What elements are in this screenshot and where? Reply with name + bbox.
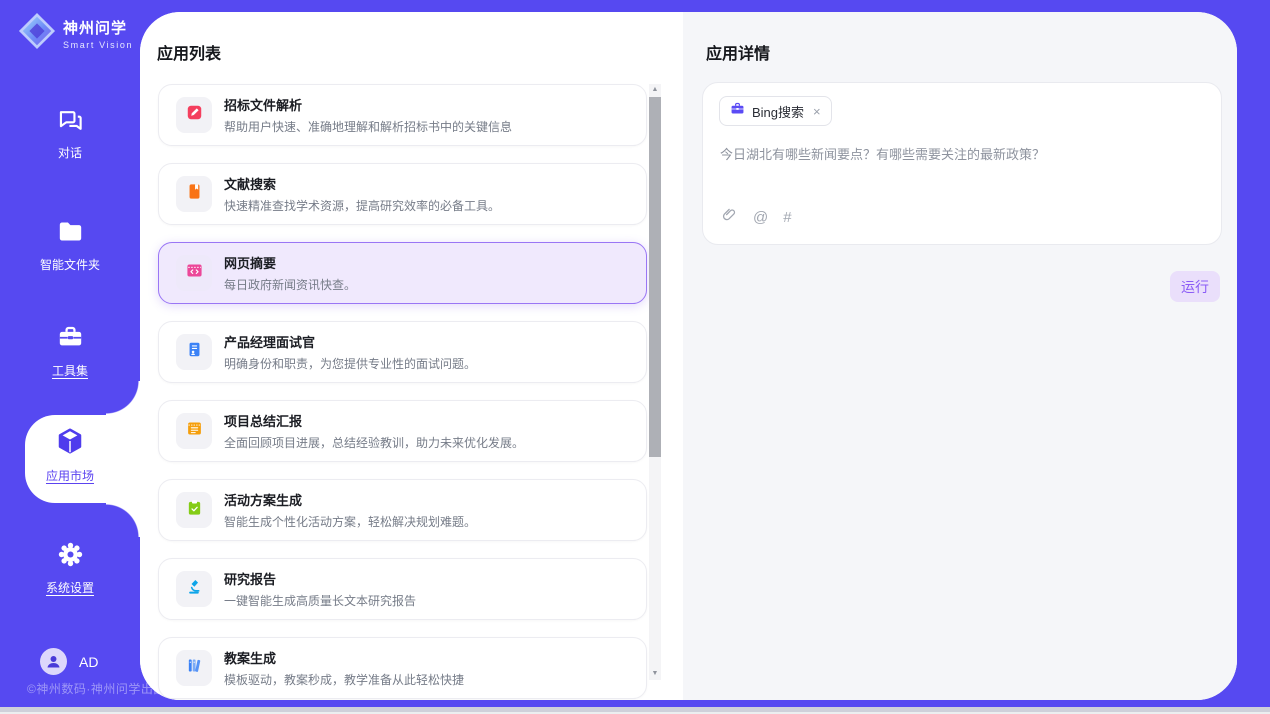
sidebar-item-label: 工具集 (52, 362, 88, 379)
brand-diamond-icon (18, 12, 56, 55)
note-icon (186, 420, 203, 442)
books-icon (186, 657, 203, 679)
app-desc: 明确身份和职责，为您提供专业性的面试问题。 (224, 355, 476, 372)
sidebar-item-smart-folders[interactable]: 智能文件夹 (0, 218, 140, 274)
briefcase-icon (730, 101, 745, 121)
brand-logo: 神州问学 Smart Vision (18, 12, 133, 55)
sidebar-item-toolset[interactable]: 工具集 (0, 324, 140, 380)
app-name: 文献搜索 (224, 174, 500, 193)
book-icon (186, 183, 203, 205)
app-desc: 全面回顾项目进展，总结经验教训，助力未来优化发展。 (224, 434, 524, 451)
app-name: 活动方案生成 (224, 490, 476, 509)
app-card-list: 招标文件解析 帮助用户快速、准确地理解和解析招标书中的关键信息 文献搜索 快速精… (158, 84, 647, 699)
app-card-7[interactable]: 教案生成 模板驱动，教案秒成，教学准备从此轻松快捷 (158, 637, 647, 699)
sidebar-item-label: 系统设置 (46, 579, 94, 596)
app-name: 产品经理面试官 (224, 332, 476, 351)
avatar (40, 648, 67, 675)
user-name: AD (79, 654, 98, 670)
sidebar-item-settings[interactable]: 系统设置 (0, 541, 140, 597)
composer-toolbar: @ # (720, 206, 792, 229)
mention-icon[interactable]: @ (753, 209, 768, 227)
scroll-down-icon[interactable]: ▼ (649, 668, 661, 680)
app-desc: 快速精准查找学术资源，提高研究效率的必备工具。 (224, 197, 500, 214)
app-desc: 智能生成个性化活动方案，轻松解决规划难题。 (224, 513, 476, 530)
app-detail-panel: 应用详情 Bing搜索 × 今日湖北有哪些新闻要点？有哪些需要关注的最新政策？ (683, 12, 1237, 700)
run-button[interactable]: 运行 (1170, 271, 1220, 302)
tool-tag-bing-search[interactable]: Bing搜索 × (719, 96, 832, 126)
microscope-icon (186, 578, 203, 600)
app-desc: 每日政府新闻资讯快查。 (224, 276, 356, 293)
toolbox-icon (0, 324, 140, 356)
scrollbar-thumb[interactable] (649, 97, 661, 457)
window-bottom-edge (0, 707, 1270, 714)
app-list-title: 应用列表 (157, 40, 221, 64)
app-desc: 模板驱动，教案秒成，教学准备从此轻松快捷 (224, 671, 464, 688)
browser-code-icon (186, 262, 203, 284)
app-card-5[interactable]: 活动方案生成 智能生成个性化活动方案，轻松解决规划难题。 (158, 479, 647, 541)
sidebar-item-app-market[interactable]: 应用市场 (0, 426, 140, 485)
paperclip-icon[interactable] (720, 206, 738, 229)
app-name: 项目总结汇报 (224, 411, 524, 430)
app-card-3[interactable]: 产品经理面试官 明确身份和职责，为您提供专业性的面试问题。 (158, 321, 647, 383)
clipboard-check-icon (186, 499, 203, 521)
app-card-4[interactable]: 项目总结汇报 全面回顾项目进展，总结经验教训，助力未来优化发展。 (158, 400, 647, 462)
main-content: 应用列表 招标文件解析 帮助用户快速、准确地理解和解析招标书中的关键信息 文献搜… (140, 12, 1237, 700)
topic-icon[interactable]: # (783, 209, 791, 227)
gear-icon (0, 541, 140, 573)
app-card-6[interactable]: 研究报告 一键智能生成高质量长文本研究报告 (158, 558, 647, 620)
app-desc: 一键智能生成高质量长文本研究报告 (224, 592, 416, 609)
sidebar-item-label: 智能文件夹 (40, 256, 100, 273)
chat-icon (0, 106, 140, 138)
cube-icon (0, 426, 140, 461)
query-text[interactable]: 今日湖北有哪些新闻要点？有哪些需要关注的最新政策？ (720, 145, 1201, 165)
app-name: 研究报告 (224, 569, 416, 588)
scrollbar[interactable]: ▲ ▼ (649, 84, 661, 680)
sidebar-item-label: 对话 (58, 144, 82, 161)
app-card-1[interactable]: 文献搜索 快速精准查找学术资源，提高研究效率的必备工具。 (158, 163, 647, 225)
prompt-card: Bing搜索 × 今日湖北有哪些新闻要点？有哪些需要关注的最新政策？ @ # (702, 82, 1222, 245)
folder-icon (0, 218, 140, 250)
tool-tag-label: Bing搜索 (752, 102, 804, 121)
app-list-panel: 应用列表 招标文件解析 帮助用户快速、准确地理解和解析招标书中的关键信息 文献搜… (140, 12, 683, 700)
user-account[interactable]: AD (40, 648, 98, 675)
sidebar: 神州问学 Smart Vision 对话 智能文件夹 (0, 0, 140, 714)
tab-notch-bottom (106, 503, 140, 537)
scroll-up-icon[interactable]: ▲ (649, 84, 661, 96)
app-name: 网页摘要 (224, 253, 356, 272)
app-detail-title: 应用详情 (706, 40, 770, 64)
brand-name: 神州问学 (63, 17, 133, 38)
brand-subtitle: Smart Vision (63, 40, 133, 50)
app-name: 教案生成 (224, 648, 464, 667)
sidebar-item-chat[interactable]: 对话 (0, 106, 140, 162)
app-card-0[interactable]: 招标文件解析 帮助用户快速、准确地理解和解析招标书中的关键信息 (158, 84, 647, 146)
interview-icon (186, 341, 203, 363)
sidebar-item-label: 应用市场 (46, 467, 94, 484)
tab-notch-top (106, 381, 140, 415)
pen-square-icon (186, 104, 203, 126)
close-icon[interactable]: × (813, 104, 821, 119)
app-desc: 帮助用户快速、准确地理解和解析招标书中的关键信息 (224, 118, 512, 135)
app-card-2[interactable]: 网页摘要 每日政府新闻资讯快查。 (158, 242, 647, 304)
app-name: 招标文件解析 (224, 95, 512, 114)
